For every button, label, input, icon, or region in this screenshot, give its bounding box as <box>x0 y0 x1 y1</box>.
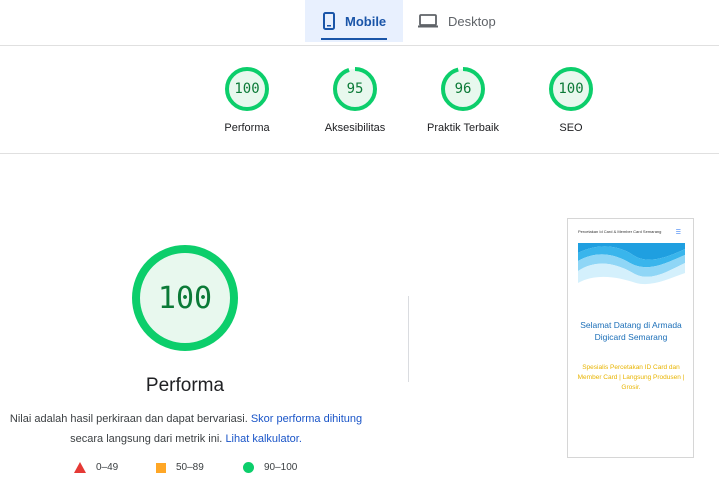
category-label: SEO <box>559 122 583 134</box>
legend-pass: 90–100 <box>243 462 297 473</box>
category-label: Aksesibilitas <box>324 122 386 134</box>
legend-average: 50–89 <box>156 462 204 473</box>
category-aksesibilitas[interactable]: 95 Aksesibilitas <box>305 66 405 134</box>
main-title: Performa <box>145 375 225 396</box>
tab-selected-indicator <box>321 38 387 40</box>
legend-range: 0–49 <box>96 462 119 473</box>
category-label: Praktik Terbaik <box>427 122 499 134</box>
thumbnail-header: Percetakan Id Card & Member Card Semaran… <box>578 229 662 234</box>
tab-desktop[interactable]: Desktop <box>410 0 520 42</box>
tab-desktop-label: Desktop <box>448 13 496 29</box>
score-gauge: 96 <box>440 66 486 112</box>
legend-range: 90–100 <box>264 462 298 473</box>
page-screenshot-thumbnail[interactable]: Percetakan Id Card & Member Card Semaran… <box>567 218 694 458</box>
main-score-value: 100 <box>157 280 213 316</box>
category-scores: 100 Performa 95 Aksesibilitas 96 Praktik… <box>0 46 719 154</box>
legend-range: 50–89 <box>176 462 204 473</box>
thumbnail-welcome-text: Selamat Datang di Armada Digicard Semara… <box>580 320 682 342</box>
desc-text-2: secara langsung dari metrik ini. <box>70 433 223 445</box>
score-value: 100 <box>558 81 584 97</box>
laptop-icon <box>418 14 438 28</box>
score-legend: 0–49 50–89 90–100 <box>0 462 372 476</box>
wave-banner-image <box>578 243 685 285</box>
thumbnail-tagline: Spesialis Percetakan ID Card dan Member … <box>577 364 685 391</box>
score-value: 95 <box>346 81 364 97</box>
circle-icon <box>243 462 254 473</box>
tab-mobile-label: Mobile <box>345 13 387 29</box>
hamburger-menu-icon: ☰ <box>675 230 681 236</box>
square-icon <box>156 462 166 473</box>
category-label: Performa <box>224 122 270 134</box>
tab-mobile[interactable]: Mobile <box>305 0 403 42</box>
score-description: Nilai adalah hasil perkiraan dan dapat b… <box>0 409 372 449</box>
device-tabs: Mobile Desktop <box>0 0 719 46</box>
score-gauge: 100 <box>224 66 270 112</box>
category-seo[interactable]: 100 SEO <box>521 66 621 134</box>
smartphone-icon <box>323 12 335 30</box>
divider <box>408 296 409 382</box>
score-gauge: 100 <box>548 66 594 112</box>
calculator-link[interactable]: Lihat kalkulator. <box>225 433 301 445</box>
category-performa[interactable]: 100 Performa <box>197 66 297 134</box>
desc-text-1: Nilai adalah hasil perkiraan dan dapat b… <box>9 413 248 425</box>
triangle-icon <box>74 462 86 473</box>
main-score-gauge: 100 <box>131 244 239 352</box>
category-praktik-terbaik[interactable]: 96 Praktik Terbaik <box>413 66 513 134</box>
score-value: 100 <box>234 81 260 97</box>
score-value: 96 <box>454 81 472 97</box>
score-gauge: 95 <box>332 66 378 112</box>
legend-fail: 0–49 <box>74 462 118 473</box>
score-calculated-link[interactable]: Skor performa dihitung <box>251 413 362 425</box>
